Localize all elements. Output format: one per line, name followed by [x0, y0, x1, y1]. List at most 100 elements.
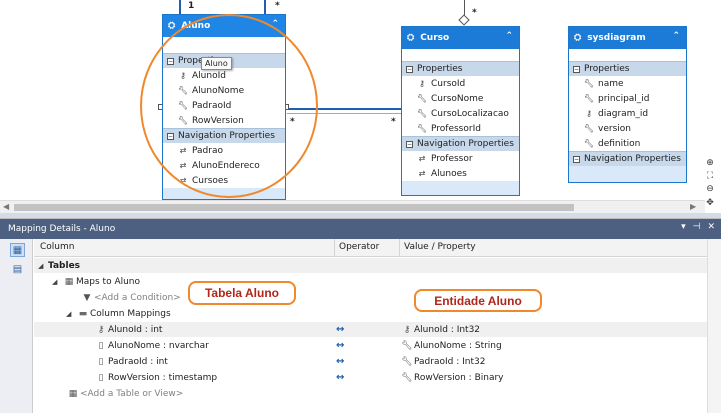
wrench-icon: 🔧︎ [401, 356, 413, 367]
column-header[interactable]: Column [40, 242, 74, 252]
maps-to-row[interactable]: ◢ ▦ Maps to Aluno [34, 274, 721, 289]
operator-header[interactable]: Operator [339, 242, 379, 252]
collapse-triangle-icon[interactable]: ◢ [38, 262, 48, 270]
add-table-link[interactable]: <Add a Table or View> [80, 389, 183, 399]
column-mappings-row[interactable]: ◢ ▬ Column Mappings [34, 306, 721, 321]
add-table-row[interactable]: ▦ <Add a Table or View> [34, 386, 721, 401]
zoom-in-icon[interactable]: ⊕ [703, 158, 717, 170]
table-row[interactable]: ▯ RowVersion : timestamp ↔ 🔧︎ RowVersion :… [34, 370, 721, 385]
mapping-grid: Column Operator Value / Property ◢ Tables… [34, 239, 721, 413]
add-condition-row[interactable]: ▼ <Add a Condition> [34, 290, 721, 305]
value-cell[interactable]: RowVersion : Binary [414, 373, 504, 383]
property-item[interactable]: 🔧︎ name [569, 76, 686, 91]
close-icon[interactable]: ✕ [707, 222, 715, 232]
property-label: CursoLocalizacao [431, 108, 509, 119]
entity-title: sysdiagram [587, 33, 646, 43]
collapse-chevron-icon[interactable]: ⌃ [505, 31, 513, 41]
column-cell: PadraoId : int [108, 356, 168, 367]
annotation-circle [140, 14, 318, 198]
collapse-box-icon: − [573, 155, 580, 163]
mapping-details-panel: Mapping Details - Aluno ▾ ⊣ ✕ ▦ ▤ Column… [0, 218, 721, 413]
entity-curso[interactable]: ⛭ Curso ⌃ − Properties ⚷ CursoId 🔧︎ CursoN… [401, 26, 520, 196]
collapse-box-icon: − [406, 65, 413, 73]
table-row[interactable]: ▯ PadraoId : int ↔ 🔧︎ PadraoId : Int32 [34, 354, 721, 369]
key-icon: ⚷ [419, 79, 425, 88]
navigation-section-header[interactable]: − Navigation Properties [569, 151, 686, 166]
property-item[interactable]: 🔧︎ CursoNome [402, 91, 519, 106]
association-line[interactable] [264, 0, 266, 14]
pan-icon[interactable]: ✥ [703, 198, 717, 210]
horizontal-scrollbar[interactable]: ◀ ▶ [0, 200, 705, 213]
entity-title: Curso [420, 33, 450, 43]
property-item[interactable]: 🔧︎ version [569, 121, 686, 136]
scroll-right-icon[interactable]: ▶ [690, 202, 696, 211]
scrollbar-thumb[interactable] [14, 204, 574, 211]
entity-header[interactable]: ⛭ sysdiagram ⌃ [569, 27, 686, 49]
wrench-icon: 🔧︎ [416, 124, 428, 133]
dropdown-icon[interactable]: ▾ [681, 222, 686, 232]
properties-section-header[interactable]: − Properties [569, 61, 686, 76]
collapse-chevron-icon[interactable]: ⌃ [672, 31, 680, 41]
column-mappings-label: Column Mappings [90, 308, 171, 319]
navigation-label: Alunoes [431, 168, 467, 179]
wrench-icon: 🔧︎ [416, 109, 428, 118]
table-row[interactable]: ⚷ AlunoId : int ↔ ⚷ AlunoId : Int32 [34, 322, 721, 337]
folder-icon: ▬ [78, 308, 88, 319]
property-item[interactable]: ⚷ diagram_id [569, 106, 686, 121]
value-cell[interactable]: AlunoId : Int32 [414, 325, 480, 335]
zoom-fit-icon[interactable]: ⛶ [703, 171, 717, 183]
operator-cell: ↔ [336, 340, 345, 351]
property-item[interactable]: ⚷ CursoId [402, 76, 519, 91]
collapse-triangle-icon[interactable]: ◢ [66, 310, 76, 318]
wrench-icon: 🔧︎ [583, 79, 595, 88]
mapping-toolstrip: ▦ ▤ [0, 239, 33, 413]
properties-section-header[interactable]: − Properties [402, 61, 519, 76]
vertical-scrollbar[interactable] [707, 239, 721, 413]
association-diamond [458, 14, 470, 26]
panel-title: Mapping Details - Aluno [8, 224, 116, 234]
annotation-entity-callout: Entidade Aluno [414, 289, 542, 312]
navigation-item[interactable]: ⇄ Professor [402, 151, 519, 166]
association-line[interactable] [179, 0, 181, 14]
section-label: Navigation Properties [584, 154, 681, 164]
navigation-icon: ⇄ [418, 169, 426, 178]
collapse-triangle-icon[interactable]: ◢ [52, 278, 62, 286]
navigation-list: ⇄ Professor ⇄ Alunoes [402, 151, 519, 181]
wrench-icon: 🔧︎ [583, 124, 595, 133]
navigation-icon: ⇄ [418, 154, 426, 163]
property-item[interactable]: 🔧︎ principal_id [569, 91, 686, 106]
property-item[interactable]: 🔧︎ CursoLocalizacao [402, 106, 519, 121]
multiplicity-label: 1 [188, 1, 195, 11]
property-label: ProfessorId [431, 123, 481, 134]
multiplicity-label: * [391, 117, 396, 127]
collapse-box-icon: − [406, 140, 413, 148]
annotation-table-callout: Tabela Aluno [188, 281, 296, 305]
entity-header[interactable]: ⛭ Curso ⌃ [402, 27, 519, 49]
scroll-left-icon[interactable]: ◀ [3, 202, 9, 211]
pin-icon[interactable]: ⊣ [693, 222, 701, 232]
property-item[interactable]: 🔧︎ ProfessorId [402, 121, 519, 136]
entity-sysdiagram[interactable]: ⛭ sysdiagram ⌃ − Properties 🔧︎ name 🔧︎ pri… [568, 26, 687, 183]
section-label: Properties [417, 64, 463, 74]
value-cell[interactable]: PadraoId : Int32 [414, 357, 485, 367]
entity-designer-canvas[interactable]: 1 * * * * ⛭ Aluno ⌃ − Properties ⚷AlunoI… [0, 0, 721, 213]
zoom-out-icon[interactable]: ⊖ [703, 184, 717, 196]
navigation-item[interactable]: ⇄ Alunoes [402, 166, 519, 181]
wrench-icon: 🔧︎ [401, 340, 413, 351]
value-cell[interactable]: AlunoNome : String [414, 341, 502, 351]
navigation-section-header[interactable]: − Navigation Properties [402, 136, 519, 151]
tables-row[interactable]: ◢ Tables [34, 258, 721, 273]
column-cell: AlunoId : int [108, 324, 163, 335]
value-property-header[interactable]: Value / Property [404, 242, 476, 252]
property-item[interactable]: 🔧︎ definition [569, 136, 686, 151]
table-row[interactable]: ▯ AlunoNome : nvarchar ↔ 🔧︎ AlunoNome : St… [34, 338, 721, 353]
column-cell: AlunoNome : nvarchar [108, 340, 209, 351]
map-entity-to-functions-icon[interactable]: ▤ [10, 263, 25, 277]
entity-icon: ⛭ [407, 33, 415, 43]
add-condition-link[interactable]: <Add a Condition> [94, 293, 181, 303]
column-cell: RowVersion : timestamp [108, 372, 218, 383]
tables-label: Tables [48, 260, 81, 271]
grid-header: Column Operator Value / Property [34, 239, 721, 257]
wrench-icon: 🔧︎ [583, 139, 595, 148]
map-entity-to-tables-icon[interactable]: ▦ [10, 243, 25, 257]
